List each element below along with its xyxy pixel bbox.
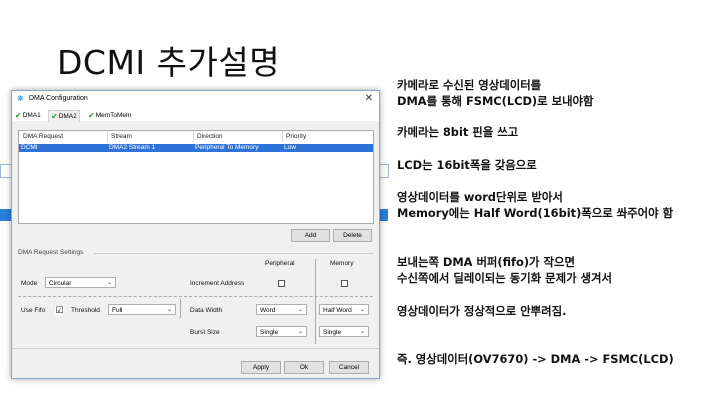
close-icon[interactable]: ✕ xyxy=(365,93,373,104)
tab-label: MemToMem xyxy=(95,112,132,119)
column-header[interactable]: Priority xyxy=(286,133,306,140)
chevron-down-icon: ⌄ xyxy=(297,329,303,335)
tab-label: DMA1 xyxy=(22,112,41,119)
use-fifo-checkbox[interactable]: ☑ xyxy=(55,306,64,315)
table-header: DMA Request Stream Direction Priority xyxy=(19,131,373,142)
note-line: 즉. 영상데이터(OV7670) -> DMA -> FSMC(LCD) xyxy=(397,352,674,366)
note-line: 영상데이터를 word단위로 받아서 xyxy=(397,190,563,204)
tab-dma1[interactable]: ✔ DMA1 xyxy=(15,110,41,121)
burst-memory-select[interactable]: Single ⌄ xyxy=(319,326,369,337)
tab-memtomem[interactable]: ✔ MemToMem xyxy=(88,110,131,121)
tab-bar: ✔ DMA1 ✔ DMA2 ✔ MemToMem xyxy=(12,109,379,122)
app-icon: ❋ xyxy=(17,94,24,103)
data-width-memory-select[interactable]: Half Word ⌄ xyxy=(319,304,369,315)
data-width-peripheral-value: Word xyxy=(260,307,276,314)
table-cell: Peripheral To Memory xyxy=(195,144,259,151)
note-line: 보내는쪽 DMA 버퍼(fifo)가 작으면 xyxy=(397,255,575,269)
dialog-title: DMA Configuration xyxy=(29,95,88,102)
checkbox-checked-icon: ☑ xyxy=(55,305,64,315)
tab-dma2[interactable]: ✔ DMA2 xyxy=(48,110,80,122)
burst-size-label: Burst Size xyxy=(190,329,220,336)
note-line: 수신쪽에서 딜레이되는 동기화 문제가 생겨서 xyxy=(397,271,612,285)
column-divider xyxy=(107,131,108,142)
table-cell: DCMI xyxy=(21,144,38,151)
burst-peripheral-select[interactable]: Single ⌄ xyxy=(256,326,307,337)
increment-peripheral-checkbox[interactable] xyxy=(278,280,285,287)
chevron-down-icon: ⌄ xyxy=(297,307,303,313)
table-row[interactable]: DCMI DMA2 Stream 1 Peripheral To Memory … xyxy=(19,144,373,152)
burst-memory-value: Single xyxy=(323,329,342,336)
chevron-down-icon: ⌄ xyxy=(359,329,365,335)
threshold-value: Full xyxy=(112,307,123,314)
section-divider xyxy=(18,296,373,297)
dma-request-table: DMA Request Stream Direction Priority DC… xyxy=(18,130,374,224)
chevron-down-icon: ⌄ xyxy=(166,307,172,313)
memory-header: Memory xyxy=(330,260,354,267)
note-line: LCD는 16bit폭을 갖음으로 xyxy=(397,158,537,172)
burst-peripheral-value: Single xyxy=(260,329,279,336)
note-line: DMA를 통해 FSMC(LCD)로 보내야함 xyxy=(397,94,594,108)
mode-select[interactable]: Circular ⌄ xyxy=(45,277,116,288)
footer-divider xyxy=(12,348,379,349)
use-fifo-label: Use Fifo xyxy=(21,307,46,314)
cancel-button[interactable]: Cancel xyxy=(329,361,369,374)
increment-address-label: Increment Address xyxy=(190,280,245,287)
settings-section-label: DMA Request Settings xyxy=(18,249,84,256)
slide-title: DCMI 추가설명 xyxy=(57,43,281,82)
data-width-peripheral-select[interactable]: Word ⌄ xyxy=(256,304,307,315)
column-divider xyxy=(315,259,316,344)
column-header[interactable]: Direction xyxy=(197,133,223,140)
note-line: Memory에는 Half Word(16bit)폭으로 쏴주어야 함 xyxy=(397,206,674,220)
note-line: 카메라로 수신된 영상데이터를 xyxy=(397,78,542,92)
column-divider xyxy=(180,298,181,318)
table-cell: DMA2 Stream 1 xyxy=(109,144,156,151)
section-divider xyxy=(94,253,374,254)
threshold-label: Threshold xyxy=(71,307,100,314)
column-divider xyxy=(193,131,194,142)
ok-button[interactable]: Ok xyxy=(284,361,324,374)
column-divider xyxy=(282,131,283,142)
peripheral-header: Peripheral xyxy=(265,260,295,267)
mode-label: Mode xyxy=(21,280,38,287)
column-header[interactable]: Stream xyxy=(111,133,132,140)
column-header[interactable]: DMA Request xyxy=(23,133,63,140)
threshold-select[interactable]: Full ⌄ xyxy=(108,304,176,315)
table-cell: Low xyxy=(284,144,296,151)
note-line: 영상데이터가 정상적으로 안뿌려짐. xyxy=(397,304,567,318)
background-window-selection xyxy=(0,209,11,221)
data-width-label: Data Width xyxy=(190,307,223,314)
dma-configuration-dialog: ❋ DMA Configuration ✕ ✔ DMA1 ✔ DMA2 ✔ Me… xyxy=(11,90,380,379)
note-line: 카메라는 8bit 핀을 쓰고 xyxy=(397,125,519,139)
chevron-down-icon: ⌄ xyxy=(106,280,112,286)
check-icon: ✔ xyxy=(15,111,22,120)
apply-button[interactable]: Apply xyxy=(241,361,281,374)
data-width-memory-value: Half Word xyxy=(323,307,352,314)
mode-value: Circular xyxy=(49,280,72,287)
check-icon: ✔ xyxy=(51,112,58,121)
check-icon: ✔ xyxy=(88,111,95,120)
add-button[interactable]: Add xyxy=(291,229,330,242)
dialog-titlebar: ❋ DMA Configuration ✕ xyxy=(12,91,379,109)
delete-button[interactable]: Delete xyxy=(333,229,372,242)
chevron-down-icon: ⌄ xyxy=(359,307,365,313)
increment-memory-checkbox[interactable] xyxy=(341,280,348,287)
tab-label: DMA2 xyxy=(58,113,77,120)
